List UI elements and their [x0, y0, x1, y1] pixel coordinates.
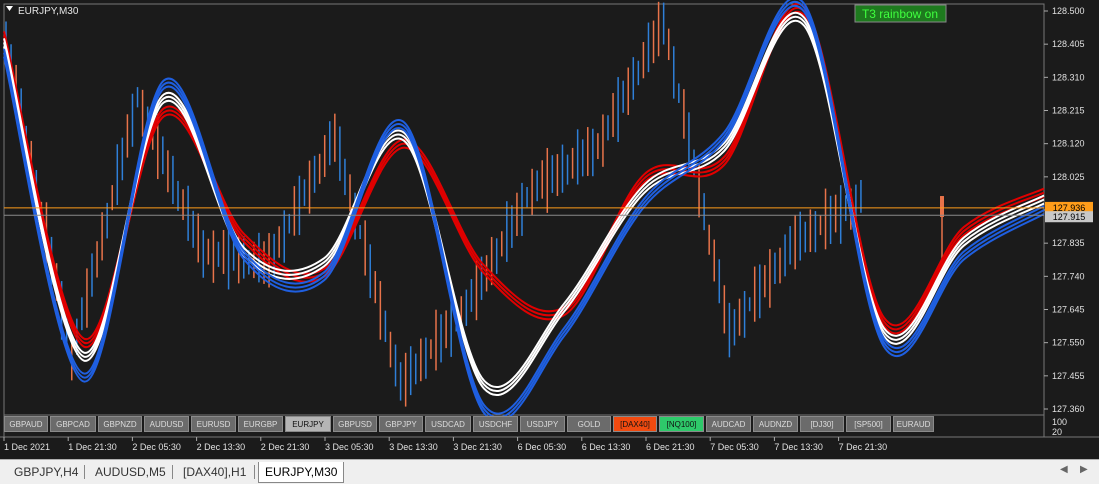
- symbol-button-audusd[interactable]: AUDUSD: [144, 416, 189, 432]
- price-tick-label: 128.500: [1052, 6, 1085, 16]
- symbol-button-nq100[interactable]: [NQ100]: [659, 416, 704, 432]
- chart-tab-bar: GBPJPY,H4 AUDUSD,M5 [DAX40],H1 EURJPY,M3…: [0, 459, 1099, 484]
- tab-separator: [254, 465, 255, 479]
- tab-gbpjpy-h4[interactable]: GBPJPY,H4: [14, 462, 78, 482]
- price-tick-label: 127.550: [1052, 338, 1085, 348]
- time-tick-label: 3 Dec 21:30: [453, 442, 502, 452]
- symbol-button-sp500[interactable]: [SP500]: [846, 416, 891, 432]
- sub-axis-tick: 100: [1052, 417, 1067, 427]
- price-tick-label: 127.645: [1052, 305, 1085, 315]
- tab-scroll-left-icon[interactable]: ◀: [1060, 464, 1068, 475]
- price-tick-label: 127.455: [1052, 371, 1085, 381]
- sub-axis-tick: 20: [1052, 427, 1062, 437]
- symbol-button-gbpaud[interactable]: GBPAUD: [4, 416, 48, 432]
- tab-dax40-h1[interactable]: [DAX40],H1: [183, 462, 246, 482]
- time-tick-label: 2 Dec 13:30: [197, 442, 246, 452]
- indicator-status-label: T3 rainbow on: [862, 7, 938, 21]
- symbol-button-eurusd[interactable]: EURUSD: [191, 416, 236, 432]
- time-tick-label: 7 Dec 21:30: [839, 442, 888, 452]
- symbol-button-gbpusd[interactable]: GBPUSD: [333, 416, 377, 432]
- symbol-button-eurgbp[interactable]: EURGBP: [238, 416, 283, 432]
- symbol-button-dax40[interactable]: [DAX40]: [613, 416, 657, 432]
- time-tick-label: 2 Dec 21:30: [261, 442, 310, 452]
- tab-separator: [84, 465, 85, 479]
- tab-scroll-right-icon[interactable]: ▶: [1080, 464, 1088, 475]
- time-tick-label: 1 Dec 2021: [4, 442, 50, 452]
- tab-audusd-m5[interactable]: AUDUSD,M5: [95, 462, 166, 482]
- symbol-button-gbpjpy[interactable]: GBPJPY: [379, 416, 423, 432]
- time-tick-label: 3 Dec 13:30: [389, 442, 438, 452]
- time-tick-label: 2 Dec 05:30: [132, 442, 181, 452]
- price-tick-label: 127.740: [1052, 271, 1085, 281]
- price-tick-label: 127.360: [1052, 404, 1085, 414]
- symbol-button-audcad[interactable]: AUDCAD: [706, 416, 751, 432]
- candle-body: [940, 196, 944, 217]
- symbol-button-eurjpy[interactable]: EURJPY: [285, 416, 331, 432]
- time-tick-label: 6 Dec 21:30: [646, 442, 695, 452]
- symbol-button-euraud[interactable]: EURAUD: [893, 416, 934, 432]
- symbol-button-usdcad[interactable]: USDCAD: [425, 416, 471, 432]
- symbol-button-usdchf[interactable]: USDCHF: [473, 416, 518, 432]
- symbol-button-gbpnzd[interactable]: GBPNZD: [98, 416, 142, 432]
- chart-title: EURJPY,M30: [18, 6, 79, 17]
- time-tick-label: 7 Dec 05:30: [710, 442, 759, 452]
- symbol-button-gold[interactable]: GOLD: [567, 416, 611, 432]
- price-tick-label: 128.120: [1052, 139, 1085, 149]
- time-tick-label: 6 Dec 05:30: [518, 442, 567, 452]
- symbol-button-gbpcad[interactable]: GBPCAD: [50, 416, 96, 432]
- symbol-button-usdjpy[interactable]: USDJPY: [520, 416, 565, 432]
- symbol-button-dj30[interactable]: [DJ30]: [800, 416, 844, 432]
- time-tick-label: 7 Dec 13:30: [774, 442, 823, 452]
- time-tick-label: 6 Dec 13:30: [582, 442, 631, 452]
- price-chart[interactable]: 128.500 128.405 128.310 128.215 128.120 128.0…: [0, 0, 1099, 460]
- bid-price-label: 127.915: [1053, 212, 1086, 222]
- chart-background: [0, 0, 1099, 460]
- price-tick-label: 128.310: [1052, 72, 1085, 82]
- time-tick-label: 1 Dec 21:30: [68, 442, 117, 452]
- price-tick-label: 128.405: [1052, 39, 1085, 49]
- price-tick-label: 127.835: [1052, 238, 1085, 248]
- symbol-button-audnzd[interactable]: AUDNZD: [753, 416, 798, 432]
- price-tick-label: 128.215: [1052, 106, 1085, 116]
- tab-separator: [172, 465, 173, 479]
- tab-eurjpy-m30[interactable]: EURJPY,M30: [258, 462, 345, 483]
- price-tick-label: 128.025: [1052, 172, 1085, 182]
- time-tick-label: 3 Dec 05:30: [325, 442, 374, 452]
